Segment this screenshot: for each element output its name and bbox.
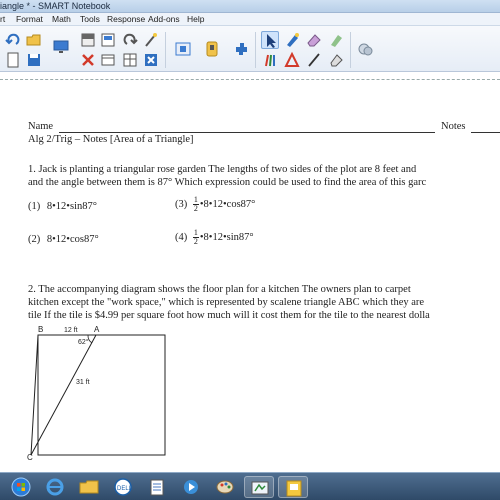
choice-text: •8•12•cos87°: [199, 198, 256, 210]
toolbar-separator: [165, 32, 166, 68]
q2-line-1: 2. The accompanying diagram shows the fl…: [28, 284, 411, 295]
angle-a-label: 62°: [78, 338, 89, 346]
delete-icon[interactable]: [79, 51, 97, 69]
choice-number: (2): [28, 234, 41, 245]
redo-icon[interactable]: [4, 31, 22, 49]
page-thumbnail-icon[interactable]: [99, 31, 117, 49]
document-icon[interactable]: [4, 51, 22, 69]
menu-response[interactable]: Response: [107, 13, 145, 26]
choice-number: (3): [175, 198, 188, 210]
ie-browser-icon[interactable]: [40, 476, 70, 498]
notes-label: Notes: [441, 121, 466, 132]
smart-notebook-icon[interactable]: [278, 476, 308, 498]
q1-line-2: and the angle between them is 87° Which …: [28, 177, 427, 188]
notes-subtitle: Alg 2/Trig – Notes [Area of a Triangle]: [28, 134, 194, 145]
display-icon[interactable]: [52, 38, 70, 56]
notes-underline: [471, 132, 500, 133]
save-icon[interactable]: [25, 51, 43, 69]
triangle-abc: [30, 334, 97, 456]
vertex-b-label: B: [38, 325, 43, 334]
notepad-icon[interactable]: [142, 476, 172, 498]
line-icon[interactable]: [305, 51, 323, 69]
response-icon[interactable]: [203, 40, 221, 58]
menu-math[interactable]: Math: [52, 13, 71, 26]
choice-number: (1): [28, 201, 41, 212]
creative-pen-icon[interactable]: [261, 51, 279, 69]
side-ab-label: 12 ft: [64, 327, 78, 334]
vertex-a-label: A: [94, 325, 100, 334]
svg-text:DELL: DELL: [117, 486, 133, 492]
toolbar-separator: [350, 32, 351, 68]
undo-icon[interactable]: [121, 31, 139, 49]
properties-icon[interactable]: [356, 40, 374, 58]
q1-choice-2: (2) 8•12•cos87°: [28, 234, 99, 245]
menu-bar: rt Format Math Tools Response Add-ons He…: [0, 13, 500, 26]
add-ons-icon[interactable]: [232, 40, 250, 58]
capture-icon[interactable]: [174, 40, 192, 58]
eraser-icon[interactable]: [305, 31, 323, 49]
select-pointer-icon[interactable]: [261, 31, 279, 49]
file-explorer-icon[interactable]: [74, 476, 104, 498]
toolbar: [0, 26, 500, 72]
q1-line-1: 1. Jack is planting a triangular rose ga…: [28, 164, 417, 175]
toolbar-separator: [255, 32, 256, 68]
pen-icon[interactable]: [283, 31, 301, 49]
full-screen-icon[interactable]: [99, 51, 117, 69]
kitchen-floor-rect: [37, 334, 166, 456]
title-bar: iangle * - SMART Notebook: [0, 0, 500, 13]
choice-text: 8•12•cos87°: [46, 234, 99, 245]
q1-choice-1: (1) 8•12•sin87°: [28, 201, 97, 212]
table-icon[interactable]: [121, 51, 139, 69]
kitchen-diagram: B A C 12 ft 31 ft 62°: [27, 325, 166, 462]
choice-text: 8•12•sin87°: [46, 201, 97, 212]
q1-choice-3: (3) 1 2 •8•12•cos87°: [175, 196, 255, 213]
highlighter-icon[interactable]: [327, 31, 345, 49]
page-top-border: [0, 79, 500, 80]
name-label: Name: [28, 121, 54, 132]
q2-line-2: kitchen except the "work space," which i…: [28, 297, 425, 308]
menu-insert[interactable]: rt: [0, 13, 5, 26]
close-box-icon[interactable]: [142, 51, 160, 69]
start-button[interactable]: [6, 476, 36, 498]
side-ac-label: 31 ft: [76, 379, 90, 386]
menu-addons[interactable]: Add-ons: [148, 13, 180, 26]
half-fraction: 12: [192, 195, 199, 213]
name-underline: [59, 132, 435, 133]
q2-line-3: tile If the tile is $4.99 per square foo…: [28, 310, 430, 321]
magic-wand-icon[interactable]: [142, 31, 160, 49]
choice-number: (4): [175, 231, 188, 243]
q1-choice-4: (4) 1 2 •8•12•sin87°: [175, 229, 254, 246]
taskbar: DELL: [0, 472, 500, 500]
open-folder-icon[interactable]: [25, 31, 43, 49]
dell-icon[interactable]: DELL: [108, 476, 138, 498]
shapes-icon[interactable]: [283, 51, 301, 69]
half-fraction: 12: [192, 228, 199, 246]
vertex-c-label: C: [27, 453, 33, 462]
fill-icon[interactable]: [327, 51, 345, 69]
menu-format[interactable]: Format: [16, 13, 43, 26]
smart-board-icon[interactable]: [244, 476, 274, 498]
choice-text: •8•12•sin87°: [199, 231, 254, 243]
window-title: iangle * - SMART Notebook: [0, 1, 111, 11]
menu-help[interactable]: Help: [187, 13, 204, 26]
paint-icon[interactable]: [210, 476, 240, 498]
menu-tools[interactable]: Tools: [80, 13, 100, 26]
screen-shade-icon[interactable]: [79, 31, 97, 49]
media-player-icon[interactable]: [176, 476, 206, 498]
